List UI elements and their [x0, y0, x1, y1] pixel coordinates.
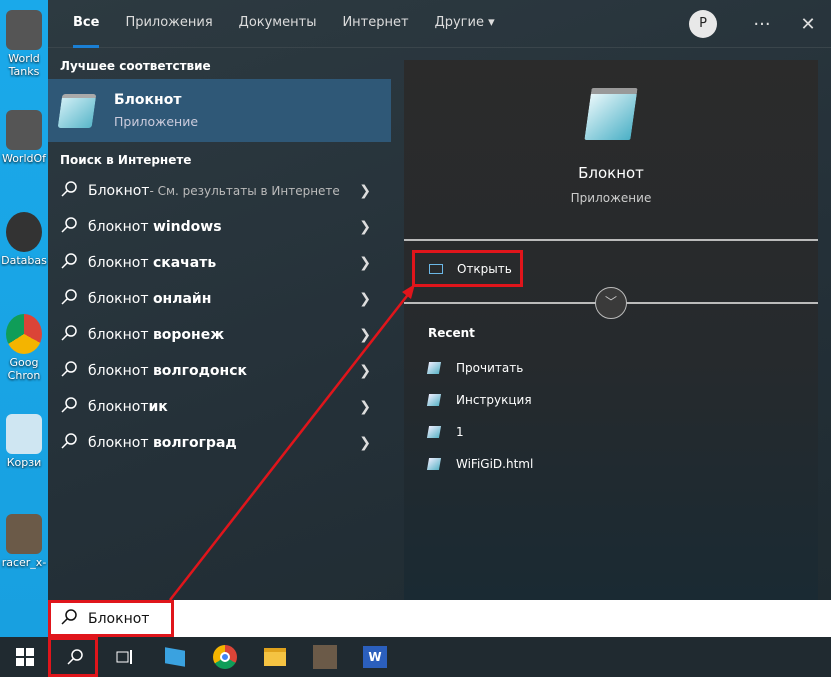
notepad-icon [584, 88, 638, 140]
desktop-icon-world-of-tanks[interactable]: World Tanks [0, 10, 48, 78]
search-panel: Все Приложения Документы Интернет Другие… [48, 0, 831, 600]
desktop-icon-worldof[interactable]: WorldOf [0, 110, 48, 165]
desktop-icon-chrome[interactable]: Goog Chron [0, 314, 48, 382]
search-icon [60, 396, 80, 418]
tab-apps[interactable]: Приложения [112, 0, 225, 48]
chevron-right-icon: ❯ [359, 255, 371, 271]
notepad-icon [57, 93, 97, 128]
web-result-item[interactable]: блокнот скачать ❯ [48, 245, 391, 281]
close-button[interactable]: ✕ [785, 14, 831, 35]
desktop-icon-racer[interactable]: racer_x- [0, 514, 48, 569]
best-match-notepad[interactable]: Блокнот Приложение [48, 79, 391, 142]
preview-subtitle: Приложение [570, 191, 652, 205]
search-icon [60, 252, 80, 274]
web-result-item[interactable]: блокнот windows ❯ [48, 209, 391, 245]
search-icon [60, 360, 80, 382]
chevron-right-icon: ❯ [359, 183, 371, 199]
best-match-subtitle: Приложение [114, 114, 199, 129]
taskbar-file-explorer[interactable] [250, 637, 300, 677]
preview-pane: Блокнот Приложение Открыть ﹀ Recent Проч… [404, 60, 818, 600]
taskbar-this-pc[interactable] [150, 637, 200, 677]
open-icon [429, 263, 443, 274]
recent-item[interactable]: Прочитать [426, 361, 523, 375]
chevron-right-icon: ❯ [359, 435, 371, 451]
tab-all[interactable]: Все [60, 0, 112, 48]
web-search-heading: Поиск в Интернете [60, 153, 192, 167]
recent-heading: Recent [428, 326, 475, 340]
best-match-heading: Лучшее соответствие [60, 59, 211, 73]
search-icon [60, 216, 80, 238]
chevron-right-icon: ❯ [359, 399, 371, 415]
results-list: Лучшее соответствие Блокнот Приложение По… [48, 48, 391, 461]
start-button[interactable] [0, 637, 50, 677]
chevron-right-icon: ❯ [359, 291, 371, 307]
desktop: World Tanks WorldOf Databas Goog Chron Кор… [0, 0, 48, 637]
notepad-file-icon [426, 362, 442, 374]
search-icon [60, 180, 80, 202]
desktop-icon-database[interactable]: Databas [0, 212, 48, 267]
web-result-item[interactable]: блокнот онлайн ❯ [48, 281, 391, 317]
search-icon [60, 288, 80, 310]
taskbar-word[interactable]: W [350, 637, 400, 677]
web-result-item[interactable]: блокнот волгоград ❯ [48, 425, 391, 461]
search-bar[interactable]: Блокнот [48, 600, 831, 637]
highlight-box [48, 600, 174, 637]
recent-item[interactable]: 1 [426, 425, 464, 439]
preview-title: Блокнот [578, 164, 644, 182]
recent-item[interactable]: WiFiGiD.html [426, 457, 533, 471]
tab-other[interactable]: Другие ▾ [422, 0, 508, 48]
desktop-icon-recycle-bin[interactable]: Корзи [0, 414, 48, 469]
recent-item[interactable]: Инструкция [426, 393, 532, 407]
chevron-right-icon: ❯ [359, 363, 371, 379]
tab-internet[interactable]: Интернет [329, 0, 421, 48]
chevron-right-icon: ❯ [359, 219, 371, 235]
search-icon [60, 432, 80, 454]
web-result-item[interactable]: Блокнот - См. результаты в Интернете ❯ [48, 173, 391, 209]
best-match-title: Блокнот [114, 92, 182, 108]
web-result-item[interactable]: блокнот воронеж ❯ [48, 317, 391, 353]
notepad-file-icon [426, 394, 442, 406]
taskbar-chrome[interactable] [200, 637, 250, 677]
expand-chevron-button[interactable]: ﹀ [595, 287, 627, 319]
web-result-item[interactable]: блокнот волгодонск ❯ [48, 353, 391, 389]
avatar[interactable]: P [689, 10, 717, 38]
windows-icon [16, 648, 34, 666]
taskbar-game[interactable] [300, 637, 350, 677]
web-result-item[interactable]: блокнот ик ❯ [48, 389, 391, 425]
notepad-file-icon [426, 426, 442, 438]
divider [404, 239, 818, 241]
open-button[interactable]: Открыть [412, 250, 523, 287]
task-view-icon [116, 650, 132, 664]
task-view-button[interactable] [100, 637, 150, 677]
highlight-box [48, 637, 98, 677]
taskbar: W [0, 637, 831, 677]
chevron-right-icon: ❯ [359, 327, 371, 343]
notepad-file-icon [426, 458, 442, 470]
more-options-button[interactable]: ··· [739, 14, 785, 35]
tab-documents[interactable]: Документы [226, 0, 330, 48]
search-icon [60, 324, 80, 346]
